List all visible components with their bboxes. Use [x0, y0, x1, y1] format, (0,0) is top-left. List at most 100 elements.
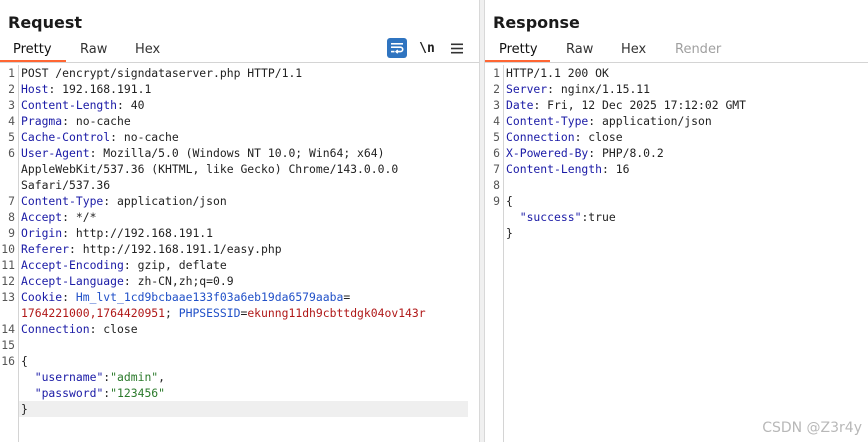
code-line: 12 Accept-Language: zh-CN,zh;q=0.9 — [0, 273, 469, 289]
tab-hex[interactable]: Hex — [135, 42, 160, 57]
token: Host — [21, 82, 49, 96]
token: : — [62, 290, 76, 304]
token: = — [343, 290, 351, 304]
line-number: 4 — [493, 114, 500, 128]
line-number: 3 — [8, 98, 15, 112]
code-line: 7 Content-Length: 16 — [485, 161, 858, 177]
line-text: "username":"admin", — [21, 369, 165, 385]
response-editor[interactable]: 1 HTTP/1.1 200 OK 2 Server: nginx/1.15.11 3 D… — [485, 65, 868, 442]
token: "123456" — [110, 386, 166, 400]
token: HTTP/1.1 200 OK — [506, 66, 609, 80]
line-number: 9 — [8, 226, 15, 240]
active-tab-indicator — [485, 60, 550, 62]
token: "success" — [519, 210, 582, 224]
code-line: } — [0, 401, 469, 417]
line-number: 9 — [493, 194, 500, 208]
token: Connection — [21, 322, 90, 336]
tab-pretty[interactable]: Pretty — [499, 42, 538, 57]
line-text: Origin: http://192.168.191.1 — [21, 225, 213, 241]
hamburger-menu-icon[interactable] — [447, 38, 467, 58]
token: "admin" — [110, 370, 159, 384]
token: Content-Type — [21, 194, 104, 208]
token: : no-cache — [62, 114, 131, 128]
line-text: Connection: close — [506, 129, 623, 145]
line-number: 7 — [8, 194, 15, 208]
line-number: 3 — [493, 98, 500, 112]
line-number: 2 — [493, 82, 500, 96]
line-number: 1 — [8, 66, 15, 80]
code-line: 8 — [485, 177, 858, 193]
line-text: HTTP/1.1 200 OK — [506, 65, 609, 81]
code-line: "success":true — [485, 209, 858, 225]
line-text: { — [21, 353, 28, 369]
wrap-lines-icon[interactable] — [387, 38, 407, 58]
tab-render[interactable]: Render — [675, 42, 721, 57]
code-line: 6 User-Agent: Mozilla/5.0 (Windows NT 10.… — [0, 145, 469, 161]
line-number: 1 — [493, 66, 500, 80]
token: { — [506, 194, 513, 208]
request-title: Request — [8, 13, 83, 32]
code-line: 10 Referer: http://192.168.191.1/easy.php — [0, 241, 469, 257]
code-line: 1764221000,1764420951; PHPSESSID=ekunng1… — [0, 305, 469, 321]
code-line: AppleWebKit/537.36 (KHTML, like Gecko) C… — [0, 161, 469, 177]
token: } — [21, 402, 28, 416]
token: AppleWebKit/537.36 (KHTML, like Gecko) C… — [21, 162, 399, 176]
line-number: 5 — [493, 130, 500, 144]
line-text: } — [21, 401, 28, 417]
line-text: X-Powered-By: PHP/8.0.2 — [506, 145, 664, 161]
watermark: CSDN @Z3r4y — [762, 420, 862, 436]
request-toolbar: \n — [387, 38, 469, 60]
token: : PHP/8.0.2 — [588, 146, 664, 160]
code-line: 1 HTTP/1.1 200 OK — [485, 65, 858, 81]
line-number: 12 — [1, 274, 15, 288]
token: Server — [506, 82, 548, 96]
token: : close — [89, 322, 138, 336]
line-text: User-Agent: Mozilla/5.0 (Windows NT 10.0… — [21, 145, 384, 161]
code-line: 7 Content-Type: application/json — [0, 193, 469, 209]
token: : application/json — [588, 114, 712, 128]
tab-pretty[interactable]: Pretty — [13, 42, 52, 57]
code-line: 3 Content-Length: 40 — [0, 97, 469, 113]
line-text: Accept-Encoding: gzip, deflate — [21, 257, 227, 273]
token: : http://192.168.191.1/easy.php — [69, 242, 282, 256]
request-editor[interactable]: 1 POST /encrypt/signdataserver.php HTTP/1… — [0, 65, 479, 442]
code-line: 9{ — [485, 193, 858, 209]
active-tab-indicator — [0, 60, 66, 62]
token: : Mozilla/5.0 (Windows NT 10.0; Win64; x… — [89, 146, 385, 160]
token: : Fri, 12 Dec 2025 17:12:02 GMT — [533, 98, 747, 112]
code-line: 5 Cache-Control: no-cache — [0, 129, 469, 145]
tab-raw[interactable]: Raw — [566, 42, 593, 57]
line-text: "password":"123456" — [21, 385, 165, 401]
token: : */* — [62, 210, 97, 224]
line-text: Cache-Control: no-cache — [21, 129, 179, 145]
token: Content-Type — [506, 114, 589, 128]
token: : close — [574, 130, 623, 144]
newline-toggle-button[interactable]: \n — [417, 38, 437, 58]
tab-hex[interactable]: Hex — [621, 42, 646, 57]
token: : 40 — [117, 98, 145, 112]
code-line: 6 X-Powered-By: PHP/8.0.2 — [485, 145, 858, 161]
line-number: 13 — [1, 290, 15, 304]
token: Referer — [21, 242, 70, 256]
line-text: 1764221000,1764420951; PHPSESSID=ekunng1… — [21, 305, 426, 321]
token: { — [21, 354, 28, 368]
line-number: 5 — [8, 130, 15, 144]
line-number: 16 — [1, 354, 15, 368]
code-line: "username":"admin", — [0, 369, 469, 385]
line-number: 8 — [493, 178, 500, 192]
token: } — [506, 226, 513, 240]
tab-raw[interactable]: Raw — [80, 42, 107, 57]
code-line: 13 Cookie: Hm_lvt_1cd9bcbaae133f03a6eb19d… — [0, 289, 469, 305]
line-number: 6 — [8, 146, 15, 160]
code-line: "password":"123456" — [0, 385, 469, 401]
token: POST /encrypt/signdataserver.php HTTP/1.… — [21, 66, 303, 80]
code-line: 14 Connection: close — [0, 321, 469, 337]
code-line: 4 Content-Type: application/json — [485, 113, 858, 129]
token: "password" — [34, 386, 104, 400]
line-number: 4 — [8, 114, 15, 128]
code-line: 4 Pragma: no-cache — [0, 113, 469, 129]
line-text: Pragma: no-cache — [21, 113, 131, 129]
line-number: 15 — [1, 338, 15, 352]
